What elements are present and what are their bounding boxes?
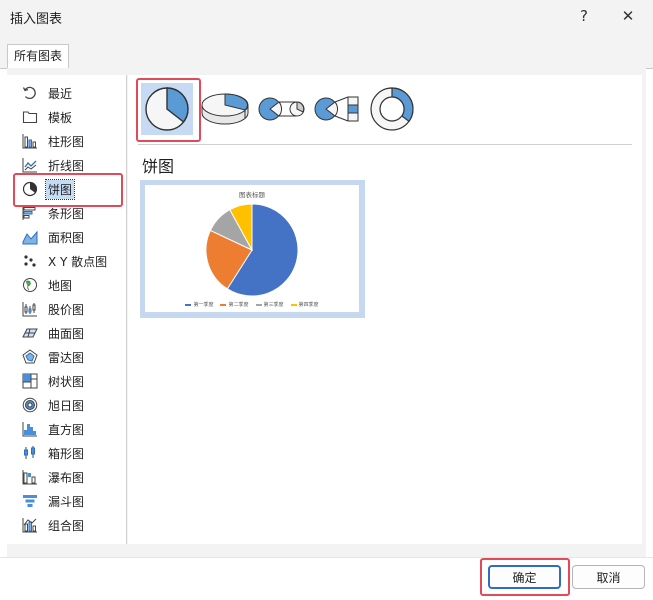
- window-title: 插入图表: [10, 12, 63, 27]
- box-whisker-chart-icon: [24, 446, 35, 459]
- gallery-divider: [138, 144, 632, 145]
- category-box-whisker[interactable]: 箱形图: [17, 442, 121, 464]
- close-button[interactable]: ✕: [606, 0, 650, 32]
- category-label: 箱形图: [48, 446, 85, 461]
- stock-chart-icon: [22, 302, 37, 317]
- recent-icon: [22, 86, 36, 100]
- category-map[interactable]: 地图: [17, 274, 121, 296]
- category-highlight-box: [13, 173, 123, 207]
- legend-item: 第二季度: [220, 301, 249, 308]
- scatter-chart-icon: [24, 255, 36, 267]
- subtype-highlight-box: [136, 78, 201, 142]
- category-label: 地图: [48, 278, 73, 293]
- category-label: X Y 散点图: [48, 254, 108, 269]
- pie-of-pie-icon: [258, 97, 305, 121]
- category-recent[interactable]: 最近: [17, 82, 121, 104]
- legend-item: 第四季度: [290, 301, 319, 308]
- legend-label: 第四季度: [298, 302, 319, 308]
- surface-chart-icon: [22, 328, 38, 338]
- panel-divider: [126, 75, 127, 544]
- histogram-chart-icon: [22, 422, 37, 437]
- category-label: 雷达图: [48, 350, 85, 365]
- waterfall-chart-icon: [22, 470, 37, 485]
- ok-highlight-box: [480, 558, 570, 596]
- category-treemap[interactable]: 树状图: [17, 370, 121, 392]
- help-button[interactable]: ?: [562, 0, 606, 32]
- subtype-pie-of-pie[interactable]: [256, 83, 308, 135]
- category-combo[interactable]: 组合图: [17, 514, 121, 536]
- category-label: 模板: [48, 110, 73, 125]
- legend-label: 第二季度: [228, 302, 249, 308]
- tab-all-charts[interactable]: 所有图表: [7, 44, 70, 68]
- legend-label: 第三季度: [263, 302, 284, 308]
- category-radar[interactable]: 雷达图: [17, 346, 121, 368]
- column-chart-icon: [22, 134, 37, 149]
- tab-row: 所有图表: [0, 32, 653, 69]
- funnel-chart-icon: [23, 495, 37, 507]
- help-icon: ?: [580, 7, 588, 25]
- category-column[interactable]: 柱形图: [17, 130, 121, 152]
- category-area[interactable]: 面积图: [17, 226, 121, 248]
- 3d-pie-icon: [201, 93, 249, 125]
- category-label: 瀑布图: [48, 470, 85, 485]
- radar-chart-icon: [22, 349, 38, 364]
- category-template[interactable]: 模板: [17, 106, 121, 128]
- chart-preview-canvas: [145, 185, 359, 312]
- line-chart-icon: [22, 158, 37, 173]
- category-label: 树状图: [48, 374, 85, 389]
- category-label: 漏斗图: [48, 494, 85, 509]
- subtype-bar-of-pie[interactable]: [312, 83, 364, 135]
- category-histogram[interactable]: 直方图: [17, 418, 121, 440]
- category-label: 条形图: [48, 206, 85, 221]
- map-chart-icon: [23, 278, 37, 292]
- chart-description-panel: [140, 318, 365, 544]
- bar-of-pie-icon: [314, 96, 359, 122]
- subtype-doughnut[interactable]: [366, 83, 418, 135]
- chart-title: 图表标题: [239, 191, 265, 199]
- template-icon: [22, 111, 38, 124]
- chart-legend: 第一季度 第二季度 第三季度 第四季度: [145, 301, 359, 308]
- combo-chart-icon: [22, 518, 37, 533]
- area-chart-icon: [22, 230, 38, 245]
- category-label: 旭日图: [48, 398, 85, 413]
- treemap-chart-icon: [22, 373, 38, 389]
- category-surface[interactable]: 曲面图: [17, 322, 121, 344]
- category-label: 直方图: [48, 422, 85, 437]
- category-label: 面积图: [48, 230, 85, 245]
- category-label: 折线图: [48, 158, 85, 173]
- pie-chart: [205, 203, 299, 297]
- category-scatter[interactable]: X Y 散点图: [17, 250, 121, 272]
- category-label: 柱形图: [48, 134, 85, 149]
- legend-label: 第一季度: [193, 302, 214, 308]
- cancel-button[interactable]: 取消: [572, 565, 645, 589]
- category-label: 曲面图: [48, 326, 85, 341]
- close-icon: ✕: [621, 7, 635, 25]
- category-label: 最近: [48, 86, 73, 101]
- sunburst-chart-icon: [22, 397, 38, 413]
- legend-item: 第一季度: [185, 301, 213, 308]
- category-label: 股价图: [48, 302, 85, 317]
- category-funnel[interactable]: 漏斗图: [17, 490, 121, 512]
- category-label: 组合图: [48, 518, 85, 533]
- category-waterfall[interactable]: 瀑布图: [17, 466, 121, 488]
- bar-chart-icon: [22, 206, 36, 220]
- subtype-3d-pie[interactable]: [199, 83, 251, 135]
- category-sunburst[interactable]: 旭日图: [17, 394, 121, 416]
- doughnut-icon: [370, 87, 414, 131]
- legend-item: 第三季度: [255, 301, 284, 308]
- category-stock[interactable]: 股价图: [17, 298, 121, 320]
- section-title: 饼图: [142, 157, 175, 176]
- title-bar: 插入图表 ? ✕: [0, 0, 653, 32]
